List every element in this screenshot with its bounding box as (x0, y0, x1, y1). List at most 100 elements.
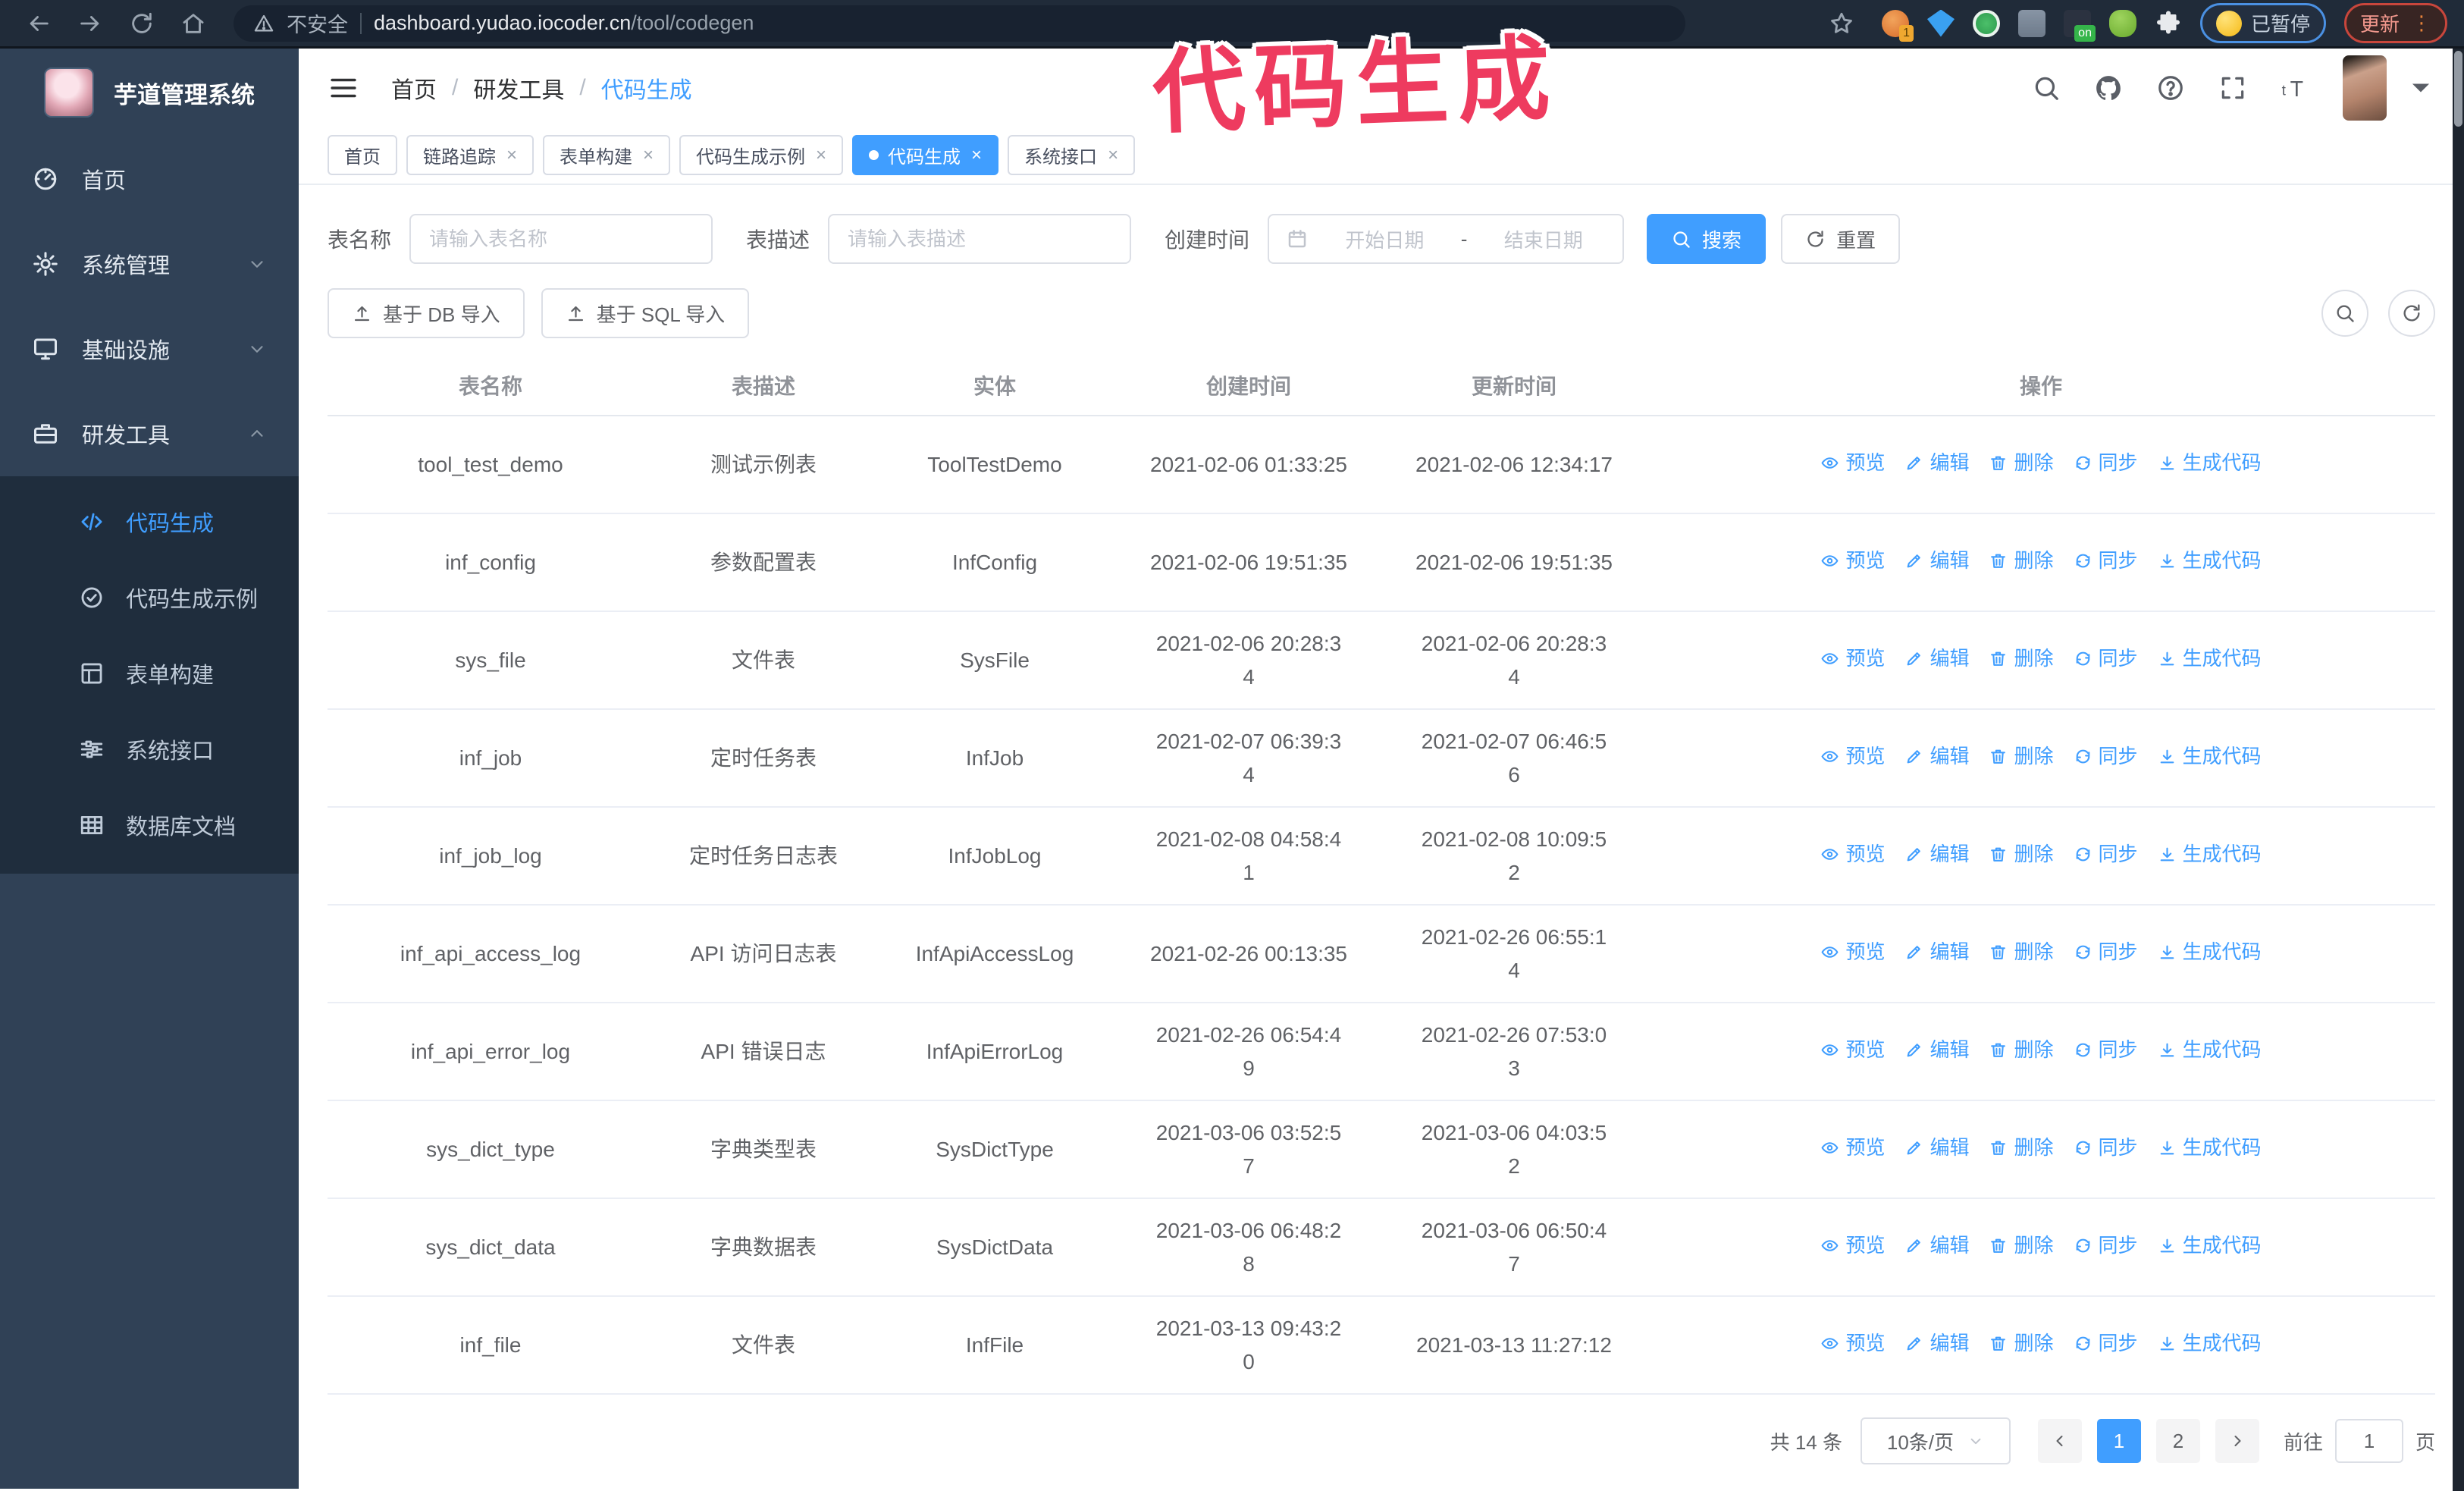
sidebar-subitem-codegen-example[interactable]: 代码生成示例 (0, 560, 299, 636)
action-sync[interactable]: 同步 (2074, 1034, 2138, 1065)
font-size-icon[interactable]: tT (2281, 74, 2309, 102)
action-preview[interactable]: 预览 (1820, 839, 1885, 869)
action-edit[interactable]: 编辑 (1904, 741, 1969, 771)
close-icon[interactable]: × (506, 145, 517, 166)
import-db-button[interactable]: 基于 DB 导入 (328, 288, 525, 338)
sidebar-subitem-codegen[interactable]: 代码生成 (0, 484, 299, 560)
action-edit[interactable]: 编辑 (1904, 1328, 1969, 1358)
profile-paused-pill[interactable]: 已暂停 (2199, 3, 2326, 43)
page-scrollbar[interactable] (2453, 49, 2464, 1491)
tab-codegen-example[interactable]: 代码生成示例 × (679, 135, 844, 175)
action-edit[interactable]: 编辑 (1904, 643, 1969, 673)
extension-icon-dark[interactable]: on (2063, 9, 2096, 42)
sidebar-subitem-form-builder[interactable]: 表单构建 (0, 636, 299, 711)
hamburger-icon[interactable] (328, 72, 359, 104)
close-icon[interactable]: × (816, 145, 826, 166)
close-icon[interactable]: × (643, 145, 654, 166)
github-icon[interactable] (2094, 74, 2123, 102)
action-sync[interactable]: 同步 (2074, 447, 2138, 478)
action-edit[interactable]: 编辑 (1904, 839, 1969, 869)
action-preview[interactable]: 预览 (1820, 1230, 1885, 1260)
date-range-picker[interactable]: 开始日期 - 结束日期 (1268, 214, 1625, 264)
action-sync[interactable]: 同步 (2074, 1230, 2138, 1260)
extension-icon-green-check[interactable] (1972, 9, 2000, 37)
tab-tracing[interactable]: 链路追踪 × (406, 135, 534, 175)
action-delete[interactable]: 删除 (1989, 1328, 2054, 1358)
fullscreen-icon[interactable] (2218, 74, 2247, 102)
tab-codegen[interactable]: 代码生成 × (852, 135, 999, 175)
action-delete[interactable]: 删除 (1989, 1034, 2054, 1065)
user-avatar[interactable] (2343, 55, 2387, 121)
table-name-input[interactable] (409, 214, 713, 264)
action-delete[interactable]: 删除 (1989, 741, 2054, 771)
scrollbar-thumb[interactable] (2454, 51, 2462, 127)
action-preview[interactable]: 预览 (1820, 937, 1885, 967)
action-sync[interactable]: 同步 (2074, 1328, 2138, 1358)
sidebar-subitem-api[interactable]: 系统接口 (0, 711, 299, 787)
action-generate[interactable]: 生成代码 (2158, 1230, 2262, 1260)
action-generate[interactable]: 生成代码 (2158, 1132, 2262, 1163)
tab-api[interactable]: 系统接口 × (1008, 135, 1136, 175)
action-delete[interactable]: 删除 (1989, 839, 2054, 869)
action-delete[interactable]: 删除 (1989, 1132, 2054, 1163)
action-delete[interactable]: 删除 (1989, 643, 2054, 673)
sidebar-item-infra[interactable]: 基础设施 (0, 306, 299, 391)
breadcrumb-item[interactable]: 首页 (391, 71, 437, 105)
action-generate[interactable]: 生成代码 (2158, 937, 2262, 967)
browser-forward-button[interactable] (68, 2, 112, 46)
action-sync[interactable]: 同步 (2074, 839, 2138, 869)
caret-down-icon[interactable] (2406, 74, 2435, 102)
browser-menu-icon[interactable]: ⋮ (2412, 13, 2431, 33)
action-delete[interactable]: 删除 (1989, 937, 2054, 967)
breadcrumb-item[interactable]: 研发工具 (473, 71, 564, 105)
reset-button[interactable]: 重置 (1781, 214, 1901, 264)
action-generate[interactable]: 生成代码 (2158, 741, 2262, 771)
page-button-2[interactable]: 2 (2155, 1419, 2200, 1463)
sidebar-subitem-db-doc[interactable]: 数据库文档 (0, 787, 299, 863)
search-icon[interactable] (2032, 74, 2061, 102)
action-preview[interactable]: 预览 (1820, 1034, 1885, 1065)
extension-icon-android[interactable] (2108, 9, 2136, 37)
action-preview[interactable]: 预览 (1820, 741, 1885, 771)
help-icon[interactable] (2156, 74, 2185, 102)
sidebar-item-system[interactable]: 系统管理 (0, 221, 299, 306)
action-preview[interactable]: 预览 (1820, 545, 1885, 576)
action-preview[interactable]: 预览 (1820, 1328, 1885, 1358)
action-delete[interactable]: 删除 (1989, 447, 2054, 478)
extension-icon-gem[interactable] (1926, 9, 1955, 37)
action-generate[interactable]: 生成代码 (2158, 839, 2262, 869)
action-edit[interactable]: 编辑 (1904, 1132, 1969, 1163)
sidebar-item-home[interactable]: 首页 (0, 137, 299, 221)
start-date-placeholder[interactable]: 开始日期 (1322, 225, 1447, 253)
refresh-table-button[interactable] (2388, 290, 2435, 337)
action-sync[interactable]: 同步 (2074, 545, 2138, 576)
prev-page-button[interactable] (2037, 1419, 2082, 1463)
page-button-1[interactable]: 1 (2096, 1419, 2141, 1463)
bookmark-star-button[interactable] (1820, 2, 1864, 46)
browser-reload-button[interactable] (120, 2, 164, 46)
action-generate[interactable]: 生成代码 (2158, 1328, 2262, 1358)
action-edit[interactable]: 编辑 (1904, 1230, 1969, 1260)
action-generate[interactable]: 生成代码 (2158, 643, 2262, 673)
action-generate[interactable]: 生成代码 (2158, 447, 2262, 478)
action-generate[interactable]: 生成代码 (2158, 1034, 2262, 1065)
action-sync[interactable]: 同步 (2074, 937, 2138, 967)
tab-form-builder[interactable]: 表单构建 × (543, 135, 671, 175)
close-icon[interactable]: × (971, 145, 982, 166)
action-edit[interactable]: 编辑 (1904, 1034, 1969, 1065)
puzzle-icon[interactable] (2155, 10, 2182, 37)
action-delete[interactable]: 删除 (1989, 1230, 2054, 1260)
action-edit[interactable]: 编辑 (1904, 545, 1969, 576)
action-preview[interactable]: 预览 (1820, 643, 1885, 673)
browser-back-button[interactable] (17, 2, 61, 46)
search-button[interactable]: 搜索 (1647, 214, 1766, 264)
action-preview[interactable]: 预览 (1820, 1132, 1885, 1163)
extension-icon-orange[interactable]: 1 (1881, 9, 1914, 42)
close-icon[interactable]: × (1108, 145, 1118, 166)
browser-home-button[interactable] (171, 2, 215, 46)
action-generate[interactable]: 生成代码 (2158, 545, 2262, 576)
import-sql-button[interactable]: 基于 SQL 导入 (541, 288, 750, 338)
browser-update-button[interactable]: 更新 ⋮ (2343, 3, 2447, 43)
action-delete[interactable]: 删除 (1989, 545, 2054, 576)
action-preview[interactable]: 预览 (1820, 447, 1885, 478)
